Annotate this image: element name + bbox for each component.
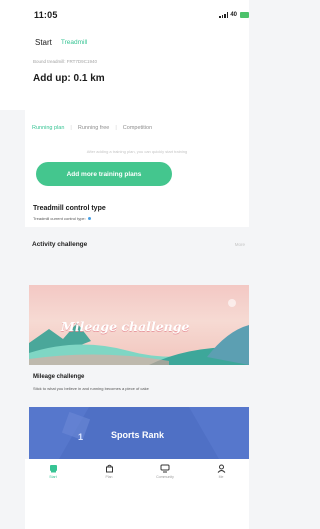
- tab-competition[interactable]: Competition: [123, 125, 152, 131]
- tab-community-nav[interactable]: Community: [137, 464, 193, 529]
- status-bar: 11:05 40: [0, 0, 249, 30]
- banner-title: Mileage challenge: [61, 319, 190, 334]
- bound-treadmill-text: Bound treadmill: FRT7D9C1940: [33, 59, 97, 64]
- add-training-plans-button[interactable]: Add more training plans: [36, 162, 172, 186]
- control-type-subtitle: Treadmill current control type:: [33, 216, 91, 221]
- plan-hint: After adding a training plan, you can qu…: [86, 149, 188, 154]
- add-up-distance: Add up: 0.1 km: [33, 73, 105, 84]
- bag-icon: [105, 464, 113, 473]
- tab-label: Me: [218, 475, 224, 479]
- bluetooth-icon: [87, 217, 91, 220]
- tab-start[interactable]: Start: [35, 38, 52, 47]
- status-time: 11:05: [34, 10, 58, 20]
- community-icon: [160, 464, 170, 473]
- person-icon: [217, 464, 225, 473]
- tab-separator: |: [115, 125, 117, 131]
- signal-icon: [219, 12, 229, 18]
- battery-icon: [240, 12, 249, 18]
- bottom-tab-bar: Start Plan Community Me: [25, 459, 249, 529]
- top-tabs: Start Treadmill: [0, 30, 249, 54]
- plan-tabs: Running plan | Running free | Competitio…: [25, 110, 249, 131]
- challenge-header: Activity challenge More: [25, 227, 249, 262]
- tab-me-nav[interactable]: Me: [193, 464, 249, 529]
- training-card: Running plan | Running free | Competitio…: [25, 110, 249, 227]
- tab-label: Community: [156, 475, 174, 479]
- tab-running-free[interactable]: Running free: [78, 125, 110, 131]
- mileage-challenge-subtitle: Stick to what you believe in and running…: [33, 386, 149, 391]
- control-type-title: Treadmill control type: [33, 205, 106, 212]
- tab-running-plan[interactable]: Running plan: [32, 125, 64, 131]
- mileage-challenge-banner[interactable]: Mileage challenge: [29, 285, 249, 365]
- control-type-label: Treadmill current control type:: [33, 216, 86, 221]
- network-label: 40: [230, 12, 237, 18]
- sports-rank-banner[interactable]: 1 Sports Rank: [29, 407, 249, 459]
- mileage-challenge-title: Mileage challenge: [33, 374, 85, 380]
- tab-start-nav[interactable]: Start: [25, 464, 81, 529]
- summary-section: Bound treadmill: FRT7D9C1940 Add up: 0.1…: [0, 54, 249, 110]
- tab-separator: |: [70, 125, 72, 131]
- status-icons: 40: [219, 12, 249, 18]
- more-link[interactable]: More: [235, 242, 245, 247]
- rank-number: 1: [78, 432, 84, 442]
- tab-label: Plan: [105, 475, 113, 479]
- tab-treadmill[interactable]: Treadmill: [61, 39, 88, 46]
- tab-plan-nav[interactable]: Plan: [81, 464, 137, 529]
- sports-rank-title: Sports Rank: [111, 430, 165, 440]
- activity-challenge-title: Activity challenge: [32, 241, 88, 248]
- tab-label: Start: [49, 475, 57, 479]
- running-icon: [49, 465, 57, 473]
